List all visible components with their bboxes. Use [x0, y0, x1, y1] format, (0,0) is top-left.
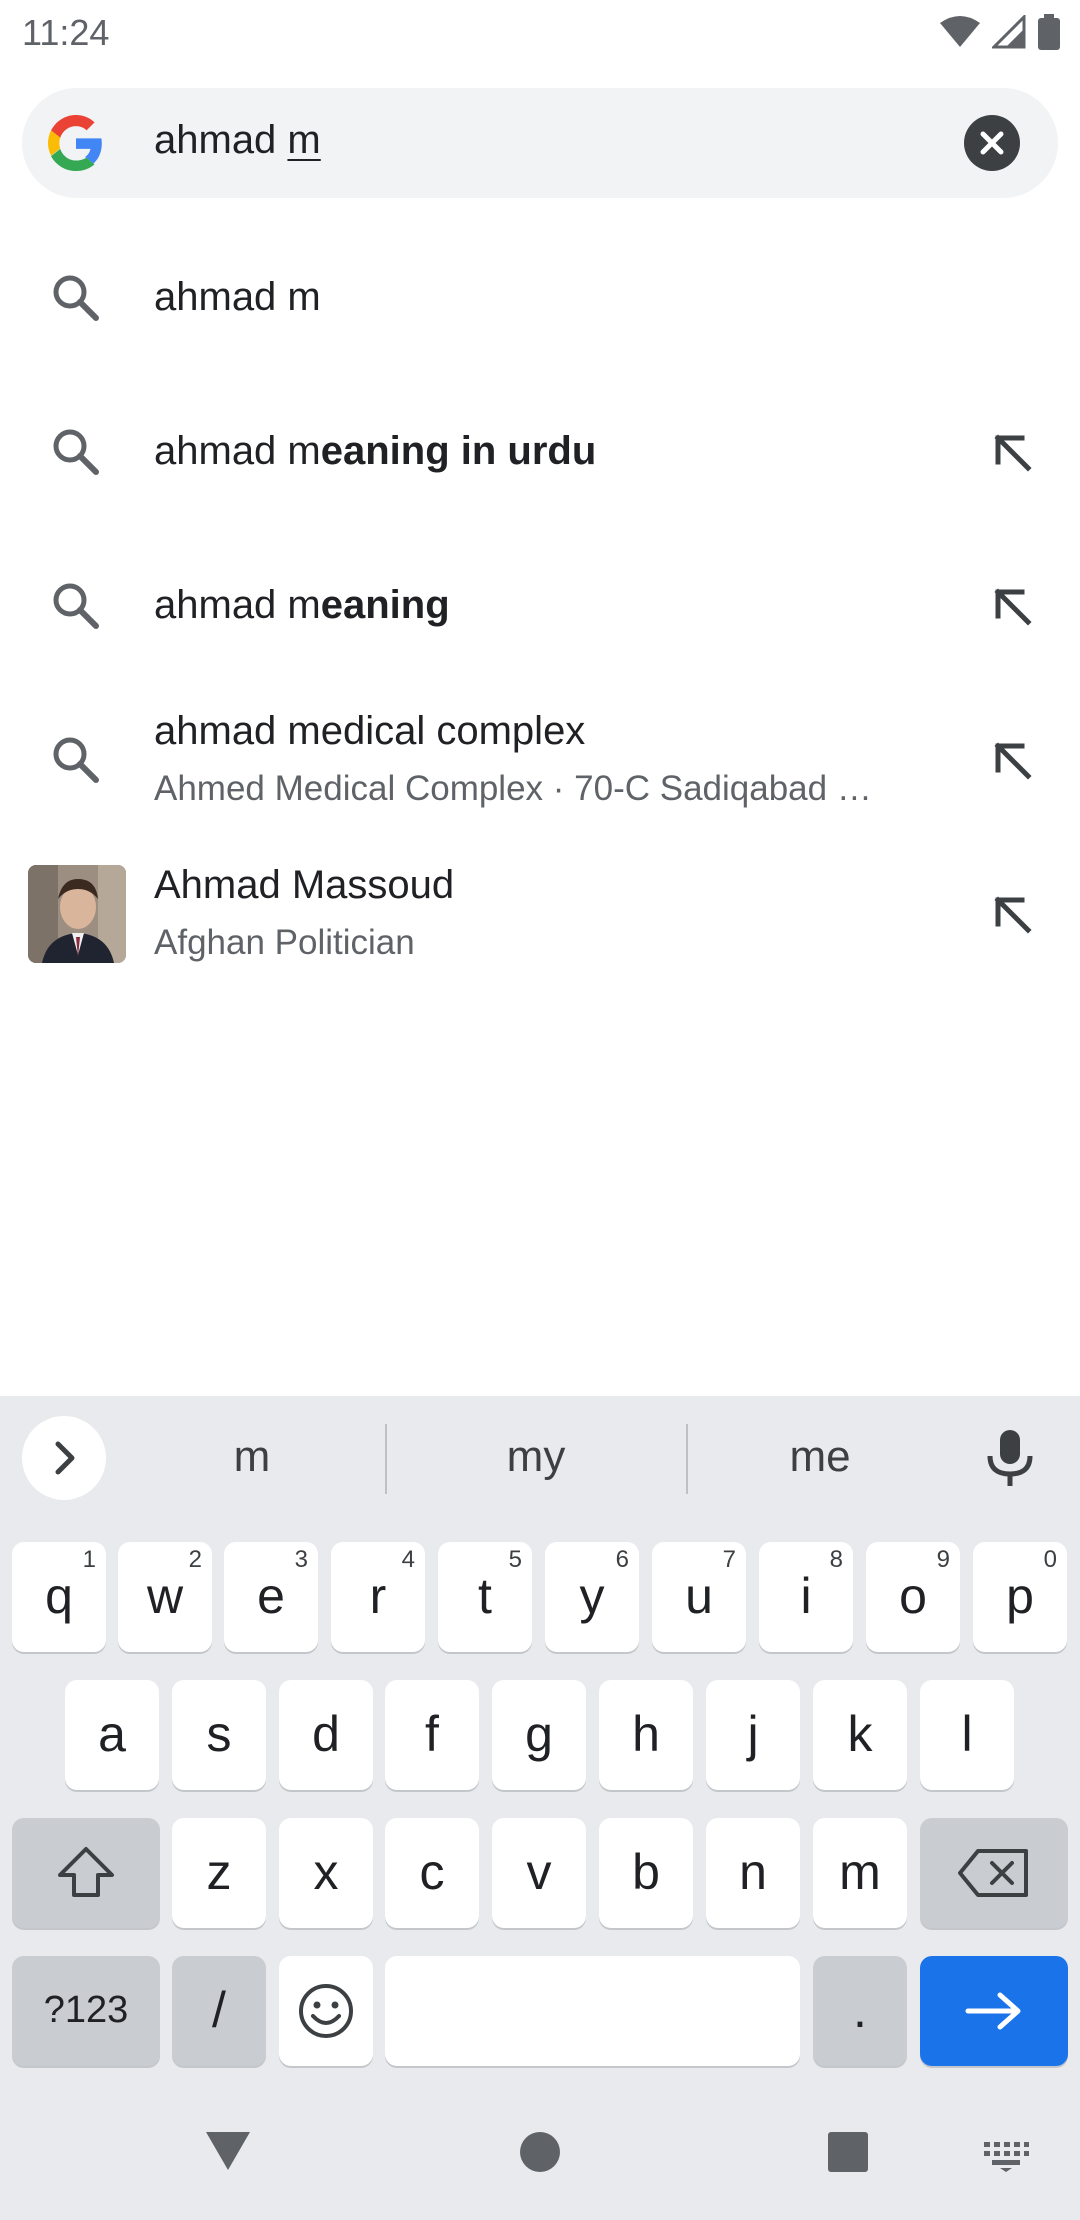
- key-c[interactable]: c: [385, 1818, 479, 1928]
- suggestion-divider: [385, 1424, 387, 1494]
- symbols-key[interactable]: ?123: [12, 1956, 160, 2066]
- key-k[interactable]: k: [813, 1680, 907, 1790]
- search-icon: [53, 737, 99, 783]
- key-g[interactable]: g: [492, 1680, 586, 1790]
- battery-icon: [1038, 14, 1060, 50]
- fill-query-arrow-icon[interactable]: [988, 582, 1036, 630]
- key-p[interactable]: p0: [973, 1542, 1067, 1652]
- suggestion-item[interactable]: ahmad meaning in urdu: [0, 375, 1080, 529]
- go-key[interactable]: [920, 1956, 1068, 2066]
- shift-key[interactable]: [12, 1818, 160, 1928]
- backspace-key[interactable]: [920, 1818, 1068, 1928]
- key-j[interactable]: j: [706, 1680, 800, 1790]
- suggestion-subtitle: Ahmed Medical Complex · 70-C Sadiqabad …: [154, 769, 872, 808]
- screen: 11:24 ahmad m ahmad m ahmad meaning in u…: [0, 0, 1080, 2220]
- key-y[interactable]: y6: [545, 1542, 639, 1652]
- word-suggestion[interactable]: m: [152, 1432, 352, 1482]
- status-time: 11:24: [22, 12, 110, 53]
- key-x[interactable]: x: [279, 1818, 373, 1928]
- keyboard-suggestion-strip: m my me: [0, 1396, 1080, 1520]
- space-bar[interactable]: [385, 1956, 800, 2066]
- google-g-logo: [48, 115, 102, 171]
- period-key[interactable]: .: [813, 1956, 907, 2066]
- search-typed-text: ahmad: [154, 118, 288, 162]
- shift-icon: [58, 1847, 114, 1897]
- clear-search-button[interactable]: [964, 115, 1020, 171]
- microphone-icon[interactable]: [980, 1426, 1040, 1490]
- key-u[interactable]: u7: [652, 1542, 746, 1652]
- signal-icon: [992, 15, 1026, 49]
- search-icon: [53, 429, 99, 475]
- slash-key[interactable]: /: [172, 1956, 266, 2066]
- key-e[interactable]: e3: [224, 1542, 318, 1652]
- keyboard-switch-icon[interactable]: [982, 2140, 1030, 2172]
- suggestion-item[interactable]: ahmad medical complex Ahmed Medical Comp…: [0, 683, 1080, 837]
- wifi-icon: [940, 16, 980, 47]
- key-h[interactable]: h: [599, 1680, 693, 1790]
- key-v[interactable]: v: [492, 1818, 586, 1928]
- fill-query-arrow-icon[interactable]: [988, 890, 1036, 938]
- home-nav-icon[interactable]: [518, 2130, 562, 2174]
- back-nav-icon[interactable]: [204, 2126, 252, 2174]
- backspace-icon: [958, 1849, 1028, 1897]
- suggestion-item[interactable]: Ahmad Massoud Afghan Politician: [0, 837, 1080, 991]
- arrow-right-icon: [965, 1992, 1021, 2030]
- key-q[interactable]: q1: [12, 1542, 106, 1652]
- key-z[interactable]: z: [172, 1818, 266, 1928]
- suggestion-title: ahmad medical complex: [154, 709, 586, 753]
- suggestion-item[interactable]: ahmad m: [0, 221, 1080, 375]
- key-n[interactable]: n: [706, 1818, 800, 1928]
- close-icon: [980, 131, 1004, 155]
- status-icons: [940, 14, 1060, 50]
- key-w[interactable]: w2: [118, 1542, 212, 1652]
- word-suggestion[interactable]: my: [436, 1432, 636, 1482]
- suggestion-title: ahmad m: [154, 275, 321, 319]
- suggestion-title: ahmad meaning in urdu: [154, 429, 597, 473]
- chevron-right-icon: [55, 1441, 75, 1475]
- recents-nav-icon[interactable]: [826, 2130, 870, 2174]
- suggestion-item[interactable]: ahmad meaning: [0, 529, 1080, 683]
- search-bar[interactable]: ahmad m: [22, 88, 1058, 198]
- suggestion-subtitle: Afghan Politician: [154, 923, 415, 962]
- navigation-bar: [0, 2090, 1080, 2220]
- suggestion-title: ahmad meaning: [154, 583, 450, 627]
- fill-query-arrow-icon[interactable]: [988, 736, 1036, 784]
- fill-query-arrow-icon[interactable]: [988, 428, 1036, 476]
- key-t[interactable]: t5: [438, 1542, 532, 1652]
- key-s[interactable]: s: [172, 1680, 266, 1790]
- avatar: [28, 865, 126, 963]
- key-d[interactable]: d: [279, 1680, 373, 1790]
- suggestion-title: Ahmad Massoud: [154, 863, 455, 907]
- key-l[interactable]: l: [920, 1680, 1014, 1790]
- emoji-icon: [299, 1984, 353, 2038]
- key-r[interactable]: r4: [331, 1542, 425, 1652]
- key-o[interactable]: o9: [866, 1542, 960, 1652]
- key-m[interactable]: m: [813, 1818, 907, 1928]
- emoji-key[interactable]: [279, 1956, 373, 2066]
- search-composing-text: m: [287, 118, 321, 162]
- keyboard-expand-button[interactable]: [22, 1416, 106, 1500]
- word-suggestion[interactable]: me: [720, 1432, 920, 1482]
- search-icon: [53, 275, 99, 321]
- key-b[interactable]: b: [599, 1818, 693, 1928]
- status-bar: 11:24: [0, 0, 1080, 66]
- suggestion-divider: [686, 1424, 688, 1494]
- key-a[interactable]: a: [65, 1680, 159, 1790]
- key-i[interactable]: i8: [759, 1542, 853, 1652]
- key-f[interactable]: f: [385, 1680, 479, 1790]
- search-input[interactable]: ahmad m: [154, 118, 321, 163]
- search-icon: [53, 583, 99, 629]
